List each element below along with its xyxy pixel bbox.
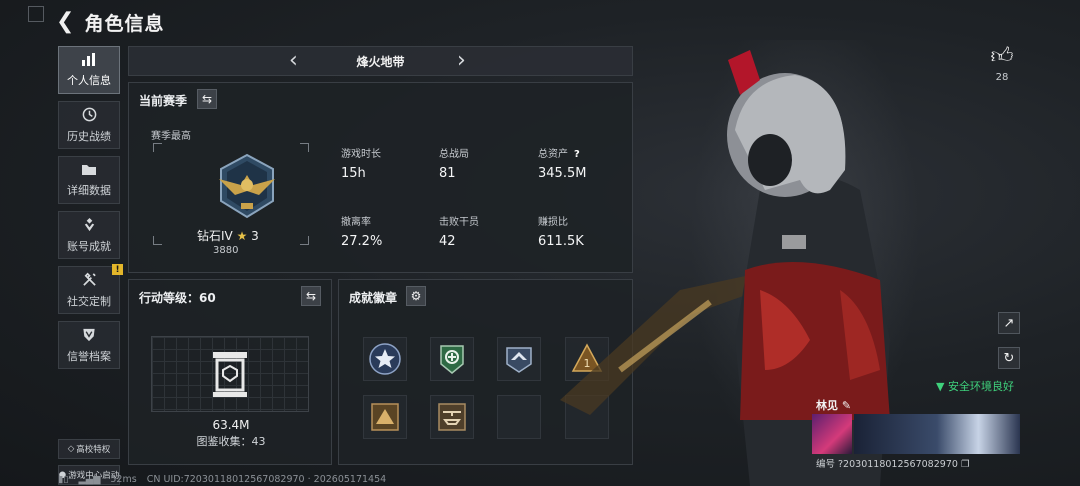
badge-slot[interactable] — [430, 395, 474, 439]
shield-icon — [82, 327, 96, 345]
signal-icon: ▂▄▆ — [78, 474, 101, 485]
share-button[interactable]: ↗ — [998, 312, 1020, 334]
back-arrow-icon[interactable]: ❮ — [56, 11, 74, 33]
sidebar-item-label: 账号成就 — [67, 239, 111, 253]
badge-slot[interactable] — [363, 395, 407, 439]
sidebar-item-label: 信誉档案 — [67, 349, 111, 363]
battery-icon: ▮▯ — [58, 474, 69, 485]
tools-icon — [82, 272, 97, 290]
chevron-right-icon[interactable]: › — [457, 49, 466, 73]
sidebar-item-personal-info[interactable]: 个人信息 — [58, 46, 120, 94]
sidebar-item-credit[interactable]: 信誉档案 — [58, 321, 120, 369]
clock-icon — [82, 107, 97, 125]
stat-label: 撤离率 — [341, 217, 371, 228]
window-corner-marker — [28, 6, 44, 22]
sidebar: 个人信息 历史战绩 详细数据 账号成就 ! 社交定制 信誉档案 ◇ 高校特权 ●… — [58, 46, 123, 485]
player-name-row: 林见 ✎ — [816, 397, 851, 413]
helicopter-badge-icon — [438, 403, 466, 431]
safe-environment-status: ▼ 安全环境良好 — [936, 378, 1014, 394]
badge-settings-button[interactable]: ⚙ — [406, 286, 426, 306]
stat-value: 15h — [341, 166, 366, 181]
share-icon: ↗ — [1003, 315, 1015, 331]
safe-environment-label: 安全环境良好 — [947, 380, 1014, 393]
stat-extraction-rate: 撤离率 27.2% — [341, 213, 382, 249]
medic-badge-icon — [440, 345, 464, 374]
action-level-panel: 行动等级：60 ⇆ 63.4M 图鉴收集：43 — [128, 279, 332, 465]
rank-emblem-icon — [219, 153, 275, 219]
collection-vault-icon — [213, 352, 247, 397]
like-count: 28 — [995, 72, 1009, 83]
gear-icon: ⚙ — [410, 289, 422, 303]
thumbs-up-icon: 👍︎ — [990, 44, 1014, 69]
stat-value: 81 — [439, 166, 456, 181]
title-bar: ❮ 角色信息 — [56, 8, 164, 36]
badge-slot[interactable] — [497, 337, 541, 381]
swap-season-button[interactable]: ⇆ — [197, 89, 217, 109]
player-uid: 编号 ?2030118012567082970 ❐ — [816, 456, 969, 470]
map-selector: ‹ 烽火地带 › — [128, 46, 633, 76]
level-value: 63.4M — [212, 418, 250, 432]
sidebar-item-achievements[interactable]: 账号成就 — [58, 211, 120, 259]
badge-slot[interactable] — [363, 337, 407, 381]
level-title: 行动等级：60 — [139, 291, 216, 305]
player-card[interactable] — [812, 414, 1020, 454]
campus-label: 高校特权 — [76, 445, 111, 455]
alert-badge: ! — [112, 264, 123, 275]
shield-check-icon: ▼ — [936, 380, 945, 393]
sidebar-item-details[interactable]: 详细数据 — [58, 156, 120, 204]
stat-operators-defeated: 击败干员 42 — [439, 213, 479, 249]
page-title: 角色信息 — [84, 12, 165, 35]
like-button[interactable]: 👍︎ 28 — [990, 44, 1014, 84]
name-card-banner — [854, 414, 1020, 454]
badges-title: 成就徽章 — [349, 291, 398, 305]
rank-tier: 钻石IV — [197, 229, 233, 243]
swap-level-button[interactable]: ⇆ — [301, 286, 321, 306]
ping-text: 52ms — [110, 474, 137, 485]
star-icon: ★ — [236, 229, 248, 243]
player-name: 林见 — [816, 399, 838, 412]
wing-badge-icon — [506, 347, 532, 373]
refresh-icon: ↻ — [1003, 350, 1015, 366]
bar-chart-icon — [81, 52, 97, 69]
season-high-label: 赛季最高 — [151, 131, 191, 142]
swap-icon: ⇆ — [305, 289, 317, 303]
stat-total-matches: 总战局 81 — [439, 145, 469, 181]
graduation-cap-icon: ◇ — [67, 444, 75, 454]
rank-stars: 3 — [251, 229, 259, 243]
sidebar-item-label: 历史战绩 — [67, 129, 111, 143]
star-badge-icon — [369, 343, 401, 375]
sidebar-item-label: 详细数据 — [67, 183, 111, 197]
edit-icon[interactable]: ✎ — [842, 399, 851, 412]
sidebar-item-label: 个人信息 — [67, 74, 111, 87]
chevron-left-icon[interactable]: ‹ — [289, 49, 298, 73]
achievement-icon — [82, 217, 97, 235]
stat-label: 总战局 — [439, 149, 469, 160]
season-panel: 当前赛季 ⇆ 赛季最高 钻石IV ★ 3 3880 游戏时长 15h 总战局 8… — [128, 82, 633, 273]
refresh-button[interactable]: ↻ — [998, 347, 1020, 369]
collection-count: 图鉴收集：43 — [196, 435, 266, 448]
swap-icon: ⇆ — [201, 92, 213, 106]
copy-icon[interactable]: ❐ — [961, 459, 970, 470]
stat-value: 42 — [439, 234, 456, 249]
stat-value: 27.2% — [341, 234, 383, 249]
cn-uid-text: CN UID:72030118012567082970 · 2026051714… — [146, 474, 387, 485]
season-title: 当前赛季 — [139, 94, 188, 108]
map-name: 烽火地带 — [356, 54, 405, 69]
stat-label: 击败干员 — [439, 217, 479, 228]
avatar — [812, 414, 852, 454]
rank-score: 3880 — [213, 245, 239, 256]
sidebar-item-label: 社交定制 — [67, 294, 111, 308]
stat-label: 游戏时长 — [341, 149, 381, 160]
folder-icon — [81, 163, 97, 179]
badge-slot-empty[interactable] — [497, 395, 541, 439]
campus-privilege-button[interactable]: ◇ 高校特权 — [58, 439, 120, 459]
sidebar-item-history[interactable]: 历史战绩 — [58, 101, 120, 149]
rank-name: 钻石IV ★ 3 — [197, 227, 259, 244]
sidebar-item-social[interactable]: ! 社交定制 — [58, 264, 123, 314]
stat-play-time: 游戏时长 15h — [341, 145, 381, 181]
player-uid-text: 编号 ?2030118012567082970 — [816, 459, 958, 470]
badge-slot[interactable] — [430, 337, 474, 381]
status-bar: ▮▯ ▂▄▆ 52ms CN UID:72030118012567082970 … — [58, 474, 386, 485]
triangle-badge-icon — [371, 403, 399, 431]
